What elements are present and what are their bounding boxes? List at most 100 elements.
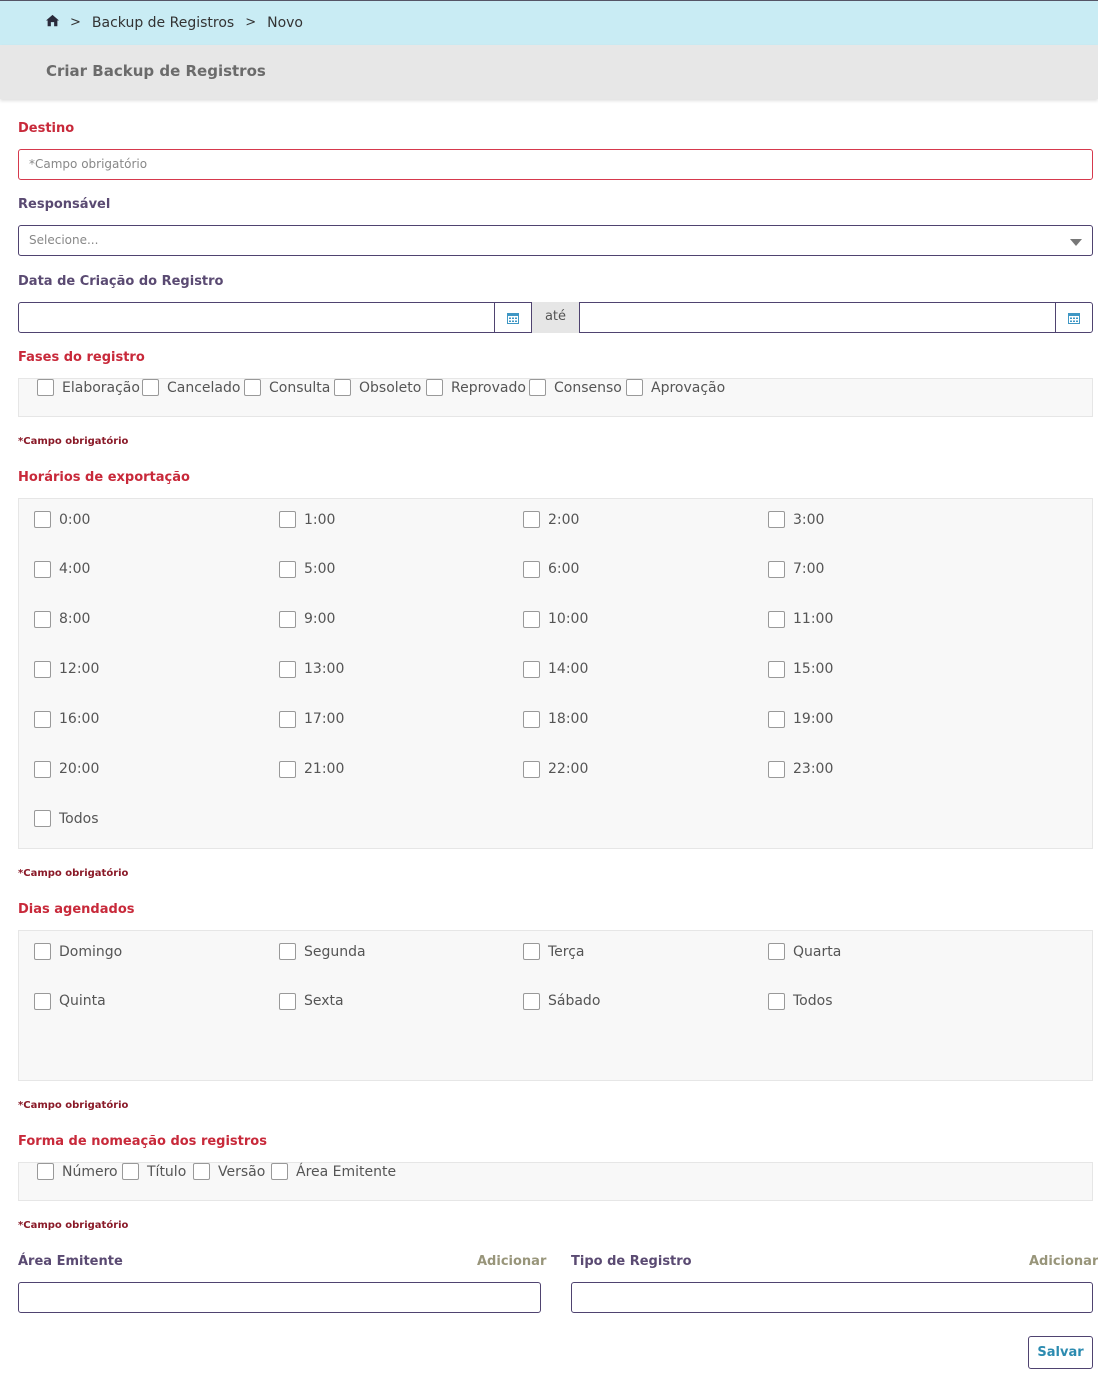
checkbox-box[interactable] xyxy=(279,660,296,678)
checkbox-box[interactable] xyxy=(279,511,296,528)
calendar-button-fim[interactable] xyxy=(1055,302,1093,333)
horarios-checkbox[interactable]: 1:00 xyxy=(279,511,335,528)
checkbox-box[interactable] xyxy=(523,610,540,628)
horarios-checkbox[interactable]: 22:00 xyxy=(523,760,588,778)
checkbox-box[interactable] xyxy=(523,992,540,1010)
horarios-checkbox[interactable]: 12:00 xyxy=(34,660,99,678)
dias-checkbox[interactable]: Segunda xyxy=(279,943,366,960)
fase-checkbox-consenso[interactable]: Consenso xyxy=(529,379,622,396)
checkbox-box[interactable] xyxy=(34,810,51,828)
checkbox-box[interactable] xyxy=(768,560,785,578)
checkbox-box[interactable] xyxy=(34,511,51,528)
fase-checkbox-reprovado[interactable]: Reprovado xyxy=(426,379,526,396)
calendar-button-inicio[interactable] xyxy=(494,302,532,333)
checkbox-box[interactable] xyxy=(279,610,296,628)
checkbox-box[interactable] xyxy=(34,943,51,960)
nomeacao-checkbox-versao[interactable]: Versão xyxy=(193,1163,265,1180)
dias-checkbox[interactable]: Todos xyxy=(768,992,832,1010)
breadcrumb-item-backup[interactable]: Backup de Registros xyxy=(92,15,234,31)
checkbox-box[interactable] xyxy=(122,1163,139,1180)
checkbox-box[interactable] xyxy=(523,760,540,778)
save-button[interactable]: Salvar xyxy=(1028,1336,1093,1369)
checkbox-box[interactable] xyxy=(523,511,540,528)
checkbox-box[interactable] xyxy=(34,710,51,728)
horarios-checkbox[interactable]: 9:00 xyxy=(279,610,335,628)
checkbox-box[interactable] xyxy=(279,560,296,578)
horarios-checkbox[interactable]: 0:00 xyxy=(34,511,90,528)
checkbox-box[interactable] xyxy=(626,379,643,396)
checkbox-box[interactable] xyxy=(279,943,296,960)
checkbox-box[interactable] xyxy=(34,992,51,1010)
horarios-checkbox[interactable]: 5:00 xyxy=(279,560,335,578)
checkbox-box[interactable] xyxy=(279,760,296,778)
area-emitente-add-link[interactable]: Adicionar xyxy=(477,1254,546,1269)
responsavel-select[interactable]: Selecione... xyxy=(18,225,1093,256)
dias-checkbox[interactable]: Sexta xyxy=(279,992,344,1010)
home-icon[interactable] xyxy=(46,14,59,31)
horarios-checkbox[interactable]: 4:00 xyxy=(34,560,90,578)
horarios-checkbox[interactable]: 20:00 xyxy=(34,760,99,778)
checkbox-box[interactable] xyxy=(34,610,51,628)
checkbox-box[interactable] xyxy=(768,943,785,960)
checkbox-box[interactable] xyxy=(244,379,261,396)
horarios-checkbox[interactable]: 6:00 xyxy=(523,560,579,578)
checkbox-box[interactable] xyxy=(523,560,540,578)
tipo-registro-add-link[interactable]: Adicionar xyxy=(1029,1254,1098,1269)
dias-checkbox[interactable]: Quinta xyxy=(34,992,106,1010)
checkbox-box[interactable] xyxy=(142,379,159,396)
dias-checkbox[interactable]: Quarta xyxy=(768,943,841,960)
checkbox-box[interactable] xyxy=(768,710,785,728)
horarios-checkbox[interactable]: 2:00 xyxy=(523,511,579,528)
checkbox-box[interactable] xyxy=(523,943,540,960)
fase-checkbox-obsoleto[interactable]: Obsoleto xyxy=(334,379,421,396)
checkbox-box[interactable] xyxy=(529,379,546,396)
checkbox-box[interactable] xyxy=(768,992,785,1010)
checkbox-box[interactable] xyxy=(426,379,443,396)
checkbox-box[interactable] xyxy=(34,560,51,578)
horarios-checkbox[interactable]: 23:00 xyxy=(768,760,833,778)
dias-checkbox[interactable]: Sábado xyxy=(523,992,600,1010)
fase-checkbox-elaboracao[interactable]: Elaboração xyxy=(37,379,140,396)
data-fim-input[interactable] xyxy=(579,302,1057,333)
horarios-checkbox[interactable]: 16:00 xyxy=(34,710,99,728)
area-emitente-input[interactable] xyxy=(18,1282,541,1313)
horarios-checkbox[interactable]: 14:00 xyxy=(523,660,588,678)
checkbox-box[interactable] xyxy=(34,660,51,678)
checkbox-box[interactable] xyxy=(768,660,785,678)
horarios-checkbox[interactable]: 8:00 xyxy=(34,610,90,628)
checkbox-box[interactable] xyxy=(334,379,351,396)
horarios-checkbox[interactable]: 21:00 xyxy=(279,760,344,778)
horarios-checkbox[interactable]: 13:00 xyxy=(279,660,344,678)
checkbox-box[interactable] xyxy=(37,1163,54,1180)
checkbox-box[interactable] xyxy=(37,379,54,396)
checkbox-box[interactable] xyxy=(279,710,296,728)
checkbox-box[interactable] xyxy=(768,511,785,528)
destino-input[interactable]: *Campo obrigatório xyxy=(18,149,1093,180)
fase-checkbox-consulta[interactable]: Consulta xyxy=(244,379,330,396)
horarios-checkbox[interactable]: 11:00 xyxy=(768,610,833,628)
checkbox-box[interactable] xyxy=(768,610,785,628)
horarios-checkbox[interactable]: Todos xyxy=(34,810,98,828)
horarios-checkbox[interactable]: 17:00 xyxy=(279,710,344,728)
nomeacao-checkbox-titulo[interactable]: Título xyxy=(122,1163,186,1180)
checkbox-box[interactable] xyxy=(768,760,785,778)
data-inicio-input[interactable] xyxy=(18,302,496,333)
dias-checkbox[interactable]: Domingo xyxy=(34,943,122,960)
horarios-checkbox[interactable]: 3:00 xyxy=(768,511,824,528)
horarios-checkbox[interactable]: 19:00 xyxy=(768,710,833,728)
horarios-checkbox[interactable]: 15:00 xyxy=(768,660,833,678)
horarios-checkbox[interactable]: 18:00 xyxy=(523,710,588,728)
fase-checkbox-cancelado[interactable]: Cancelado xyxy=(142,379,240,396)
checkbox-box[interactable] xyxy=(271,1163,288,1180)
checkbox-box[interactable] xyxy=(34,760,51,778)
nomeacao-checkbox-area-emitente[interactable]: Área Emitente xyxy=(271,1163,396,1180)
checkbox-box[interactable] xyxy=(523,660,540,678)
checkbox-box[interactable] xyxy=(279,992,296,1010)
tipo-registro-input[interactable] xyxy=(571,1282,1093,1313)
nomeacao-checkbox-numero[interactable]: Número xyxy=(37,1163,118,1180)
checkbox-box[interactable] xyxy=(193,1163,210,1180)
checkbox-box[interactable] xyxy=(523,710,540,728)
horarios-checkbox[interactable]: 7:00 xyxy=(768,560,824,578)
fase-checkbox-aprovacao[interactable]: Aprovação xyxy=(626,379,725,396)
horarios-checkbox[interactable]: 10:00 xyxy=(523,610,588,628)
